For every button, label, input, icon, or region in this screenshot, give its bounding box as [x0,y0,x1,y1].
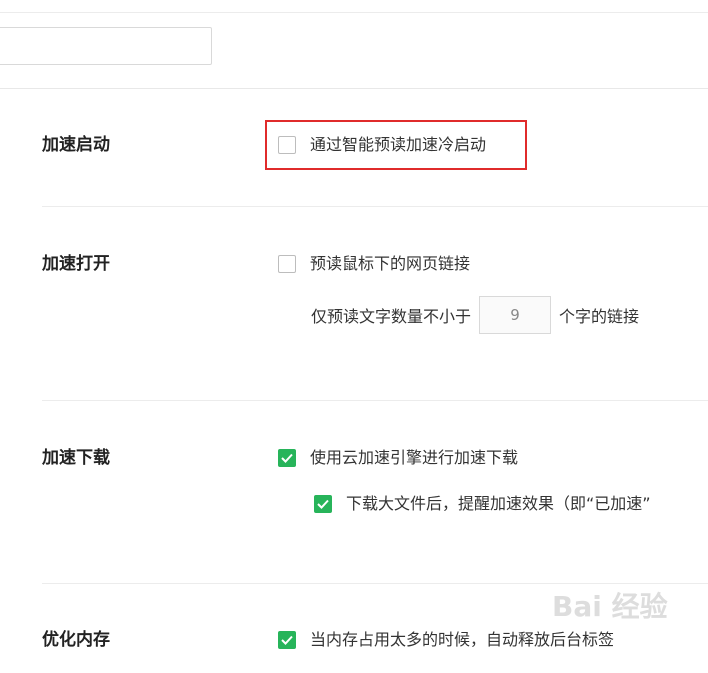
check-icon [281,635,293,645]
section-title-accelerate-startup: 加速启动 [42,135,110,155]
option-release-background-tabs[interactable]: 当内存占用太多的时候，自动释放后台标签 [278,629,614,651]
option-label: 预读鼠标下的网页链接 [310,254,471,273]
search-input[interactable] [0,27,212,65]
checkbox-checked[interactable] [278,631,296,649]
option-label: 当内存占用太多的时候，自动释放后台标签 [310,630,615,649]
option-label: 使用云加速引擎进行加速下载 [310,448,519,467]
section-divider [0,88,708,89]
check-icon [281,453,293,463]
section-title-accelerate-download: 加速下载 [42,448,110,468]
check-icon [317,499,329,509]
option-cloud-accelerate-download[interactable]: 使用云加速引擎进行加速下载 [278,447,518,469]
option-label: 通过智能预读加速冷启动 [310,135,487,154]
divider [42,206,708,207]
checkbox-checked[interactable] [314,495,332,513]
section-title-accelerate-open: 加速打开 [42,254,110,274]
min-chars-input[interactable]: 9 [479,296,552,334]
option-large-file-reminder[interactable]: 下载大文件后，提醒加速效果（即“已加速” [314,493,651,515]
min-chars-suffix: 个字的链接 [559,307,640,326]
checkbox-unchecked[interactable] [278,136,296,154]
option-cold-start-preload[interactable]: 通过智能预读加速冷启动 [278,134,486,156]
option-label: 下载大文件后，提醒加速效果（即“已加速” [346,494,651,513]
watermark-logo: Bai 经验 [552,590,668,623]
checkbox-checked[interactable] [278,449,296,467]
min-chars-setting: 仅预读文字数量不小于 9 个字的链接 [311,296,639,334]
option-preload-hover-links[interactable]: 预读鼠标下的网页链接 [278,253,470,275]
section-title-optimize-memory: 优化内存 [42,630,110,650]
divider [42,583,708,584]
checkbox-unchecked[interactable] [278,255,296,273]
top-divider [0,12,708,13]
divider [42,400,708,401]
min-chars-prefix: 仅预读文字数量不小于 [311,307,472,326]
